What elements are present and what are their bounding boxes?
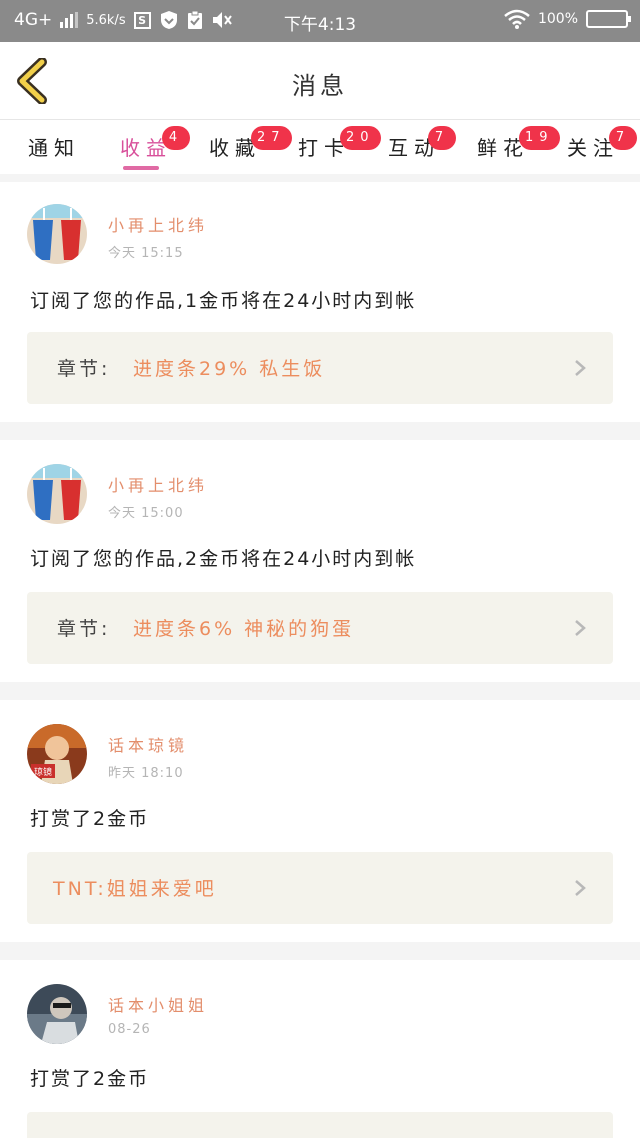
chevron-right-icon bbox=[575, 620, 586, 636]
message-text: 打赏了2金币 bbox=[30, 1068, 150, 1090]
chapter-link[interactable]: 章节: 进度条29% 私生饭 bbox=[27, 332, 613, 404]
avatar-text: 琼镜 bbox=[34, 766, 52, 778]
username[interactable]: 小再上北纬 bbox=[108, 212, 208, 236]
chapter-title: 进度条6% 神秘的狗蛋 bbox=[133, 618, 355, 640]
wifi-icon bbox=[504, 9, 530, 29]
badge-count: 19 bbox=[519, 126, 560, 150]
message-text: 打赏了2金币 bbox=[30, 808, 150, 830]
badge-count: 27 bbox=[251, 126, 292, 150]
tab-flowers[interactable]: 鲜花 19 bbox=[477, 126, 560, 161]
tab-earnings[interactable]: 收益 4 bbox=[120, 126, 190, 161]
avatar[interactable] bbox=[27, 984, 87, 1044]
badge-count: 20 bbox=[340, 126, 381, 150]
work-link[interactable] bbox=[27, 1112, 613, 1138]
tab-checkin[interactable]: 打卡 20 bbox=[298, 126, 381, 161]
timestamp: 今天 15:00 bbox=[108, 506, 184, 521]
tab-favorites[interactable]: 收藏 27 bbox=[209, 126, 292, 161]
timestamp: 昨天 18:10 bbox=[108, 766, 184, 781]
work-title: TNT:姐姐来爱吧 bbox=[53, 878, 217, 900]
chapter-label: 章节: bbox=[57, 358, 111, 380]
avatar[interactable]: 琼镜 bbox=[27, 724, 87, 784]
battery-percent: 100% bbox=[537, 11, 578, 27]
chapter-title: 进度条29% 私生饭 bbox=[133, 358, 326, 380]
badge-count: 7 bbox=[609, 126, 637, 150]
chevron-right-icon bbox=[575, 880, 586, 896]
badge-count: 7 bbox=[428, 126, 456, 150]
battery-icon bbox=[586, 10, 631, 28]
chevron-right-icon bbox=[575, 360, 586, 376]
tab-follow[interactable]: 关注 7 bbox=[567, 126, 637, 161]
message-card: 话本小姐姐 08-26 打赏了2金币 bbox=[0, 960, 640, 1138]
message-card: 琼镜 话本琼镜 昨天 18:10 打赏了2金币 TNT:姐姐来爱吧 bbox=[0, 700, 640, 942]
username[interactable]: 话本琼镜 bbox=[108, 732, 188, 756]
message-text: 订阅了您的作品,1金币将在24小时内到帐 bbox=[30, 290, 417, 312]
message-text: 订阅了您的作品,2金币将在24小时内到帐 bbox=[30, 548, 417, 570]
tab-notice[interactable]: 通知 bbox=[28, 132, 80, 161]
timestamp: 今天 15:15 bbox=[108, 246, 184, 261]
status-bar: 4G+ 5.6k/s S 下午4:13 100% bbox=[0, 0, 640, 42]
timestamp: 08-26 bbox=[108, 1022, 151, 1037]
avatar[interactable] bbox=[27, 204, 87, 264]
nav-bar: 消息 bbox=[0, 42, 640, 120]
tab-label: 通知 bbox=[28, 136, 80, 160]
avatar[interactable] bbox=[27, 464, 87, 524]
username[interactable]: 小再上北纬 bbox=[108, 472, 208, 496]
chapter-label: 章节: bbox=[57, 618, 111, 640]
chapter-link[interactable]: 章节: 进度条6% 神秘的狗蛋 bbox=[27, 592, 613, 664]
badge-count: 4 bbox=[162, 126, 190, 150]
tab-interaction[interactable]: 互动 7 bbox=[388, 126, 456, 161]
page-title: 消息 bbox=[292, 72, 348, 100]
username[interactable]: 话本小姐姐 bbox=[108, 992, 208, 1016]
work-link[interactable]: TNT:姐姐来爱吧 bbox=[27, 852, 613, 924]
message-card: 小再上北纬 今天 15:15 订阅了您的作品,1金币将在24小时内到帐 章节: … bbox=[0, 182, 640, 422]
tab-bar: 通知 收益 4 收藏 27 打卡 20 互动 7 鲜花 19 关注 7 bbox=[0, 120, 640, 174]
message-card: 小再上北纬 今天 15:00 订阅了您的作品,2金币将在24小时内到帐 章节: … bbox=[0, 440, 640, 682]
active-tab-indicator bbox=[123, 166, 159, 170]
